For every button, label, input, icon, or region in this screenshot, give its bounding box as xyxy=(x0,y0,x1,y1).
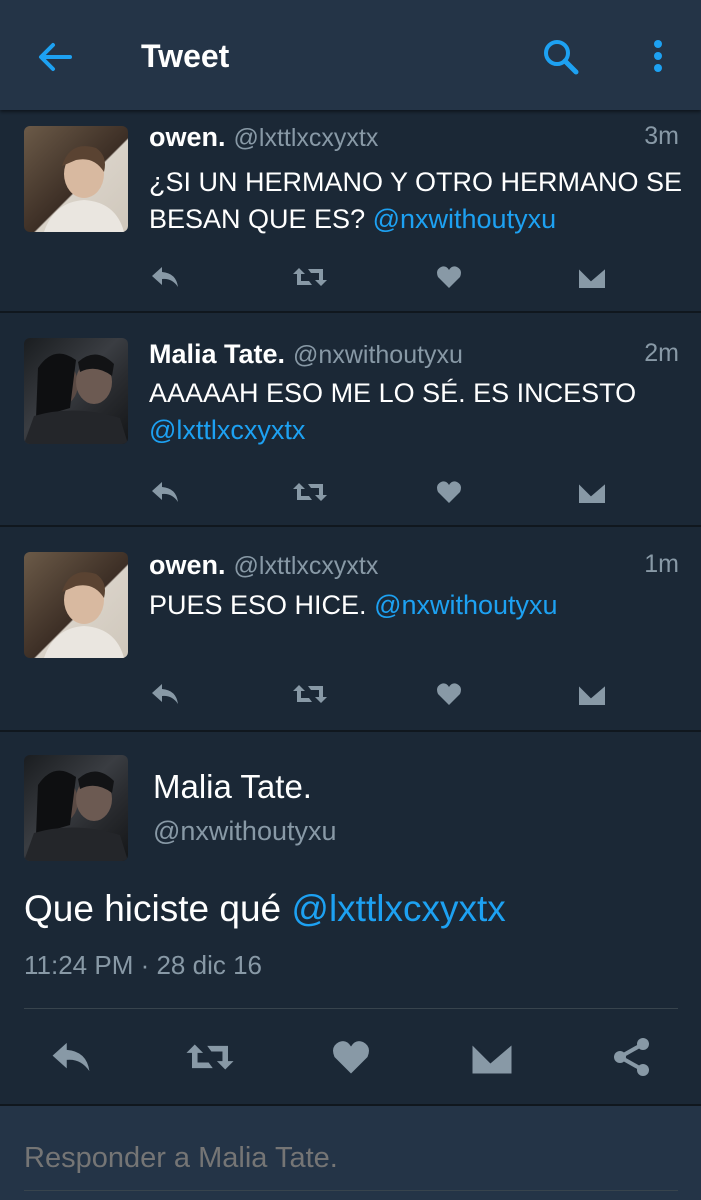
more-vertical-icon[interactable] xyxy=(646,36,670,78)
reply-input[interactable] xyxy=(24,1142,678,1175)
tweet-actions xyxy=(0,1032,701,1082)
tweet-time: 1m xyxy=(644,550,679,578)
author-handle[interactable]: @lxttlxcxyxtx xyxy=(234,552,379,580)
like-icon[interactable] xyxy=(436,475,462,509)
mention-link[interactable]: @lxttlxcxyxtx xyxy=(149,415,305,445)
reply-tweet[interactable]: owen. @lxttlxcxyxtx 3m ¿SI UN HERMANO Y O… xyxy=(0,110,701,313)
reply-icon[interactable] xyxy=(149,260,181,294)
reply-icon[interactable] xyxy=(48,1032,94,1082)
author-name[interactable]: Malia Tate. xyxy=(149,339,285,369)
tweet-header: Malia Tate. @nxwithoutyxu 2m xyxy=(149,339,679,373)
avatar[interactable] xyxy=(24,126,128,232)
avatar[interactable] xyxy=(24,755,128,861)
retweet-icon[interactable] xyxy=(292,260,328,294)
page-title: Tweet xyxy=(141,38,230,74)
like-icon[interactable] xyxy=(436,260,462,294)
avatar[interactable] xyxy=(24,338,128,444)
tweet-text-content: AAAAAH ESO ME LO SÉ. ES INCESTO xyxy=(149,378,637,408)
retweet-icon[interactable] xyxy=(183,1032,237,1082)
arrow-left-icon[interactable] xyxy=(34,36,76,78)
message-icon[interactable] xyxy=(470,1032,514,1082)
divider xyxy=(24,1008,678,1009)
avatar[interactable] xyxy=(24,552,128,658)
reply-icon[interactable] xyxy=(149,677,181,711)
message-icon[interactable] xyxy=(578,677,606,711)
mention-link[interactable]: @nxwithoutyxu xyxy=(373,204,557,234)
like-icon[interactable] xyxy=(436,677,462,711)
mention-link[interactable]: @lxttlxcxyxtx xyxy=(291,888,505,929)
tweet-text-content: Que hiciste qué xyxy=(24,888,292,929)
like-icon[interactable] xyxy=(330,1032,372,1082)
message-icon[interactable] xyxy=(578,260,606,294)
reply-tweet[interactable]: Malia Tate. @nxwithoutyxu 2m AAAAAH ESO M… xyxy=(0,313,701,527)
tweet-text: AAAAAH ESO ME LO SÉ. ES INCESTO @lxttlxc… xyxy=(149,375,689,449)
tweet-text: PUES ESO HICE. @nxwithoutyxu xyxy=(149,587,689,624)
tweet-text: Que hiciste qué @lxttlxcxyxtx xyxy=(24,888,506,930)
tweet-timestamp: 11:24 PM · 28 dic 16 xyxy=(24,950,262,980)
mention-link[interactable]: @nxwithoutyxu xyxy=(374,590,558,620)
tweet-header: owen. @lxttlxcxyxtx 3m xyxy=(149,122,679,156)
message-icon[interactable] xyxy=(578,475,606,509)
retweet-icon[interactable] xyxy=(292,677,328,711)
tweet-text-content: PUES ESO HICE. xyxy=(149,590,375,620)
tweet-text: ¿SI UN HERMANO Y OTRO HERMANO SE BESAN Q… xyxy=(149,164,689,238)
tweet-actions xyxy=(149,677,619,711)
search-icon[interactable] xyxy=(540,36,582,78)
tweet-time: 3m xyxy=(644,122,679,150)
reply-bar xyxy=(0,1104,701,1200)
author-name[interactable]: Malia Tate. xyxy=(153,768,312,806)
author-handle[interactable]: @nxwithoutyxu xyxy=(153,816,337,847)
author-name[interactable]: owen. xyxy=(149,550,226,580)
author-handle[interactable]: @nxwithoutyxu xyxy=(293,341,463,369)
author-name[interactable]: owen. xyxy=(149,122,226,152)
app-bar: Tweet xyxy=(0,0,701,110)
reply-icon[interactable] xyxy=(149,475,181,509)
tweet-actions xyxy=(149,475,619,509)
reply-input-underline xyxy=(24,1190,678,1191)
tweet-header: owen. @lxttlxcxyxtx 1m xyxy=(149,550,679,584)
share-icon[interactable] xyxy=(610,1032,654,1082)
reply-tweet[interactable]: owen. @lxttlxcxyxtx 1m PUES ESO HICE. @nx… xyxy=(0,527,701,732)
author-handle[interactable]: @lxttlxcxyxtx xyxy=(234,124,379,152)
main-tweet: Malia Tate. @nxwithoutyxu Que hiciste qu… xyxy=(0,732,701,1102)
retweet-icon[interactable] xyxy=(292,475,328,509)
tweet-time: 2m xyxy=(644,339,679,367)
tweet-actions xyxy=(149,260,619,294)
